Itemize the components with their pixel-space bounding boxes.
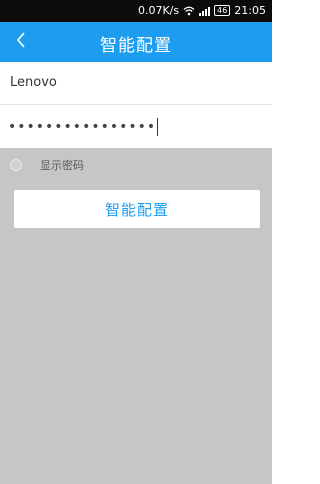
text-caret	[157, 118, 159, 136]
content-backdrop: 显示密码 智能配置	[0, 148, 272, 484]
radio-button[interactable]	[10, 159, 22, 171]
password-field[interactable]: ••••••••••••••••	[8, 114, 258, 140]
signal-icon	[199, 6, 211, 16]
password-value: ••••••••••••••••	[8, 119, 157, 135]
wifi-icon	[183, 6, 195, 16]
status-bar: 0.07K/s 46 21:05	[0, 0, 272, 22]
app-bar: 智能配置	[0, 22, 272, 62]
show-password-toggle[interactable]: 显示密码	[10, 157, 84, 173]
status-indicators: 0.07K/s 46 21:05	[138, 4, 266, 17]
divider	[0, 104, 272, 105]
network-speed: 0.07K/s	[137, 4, 180, 17]
battery-icon: 46	[214, 5, 231, 16]
ssid-field[interactable]: Lenovo	[10, 75, 57, 90]
show-password-label: 显示密码	[40, 159, 84, 172]
clock: 21:05	[234, 4, 266, 17]
page-title: 智能配置	[100, 36, 172, 56]
wifi-form: Lenovo ••••••••••••••••	[0, 62, 272, 148]
smart-config-button[interactable]: 智能配置	[14, 190, 260, 228]
